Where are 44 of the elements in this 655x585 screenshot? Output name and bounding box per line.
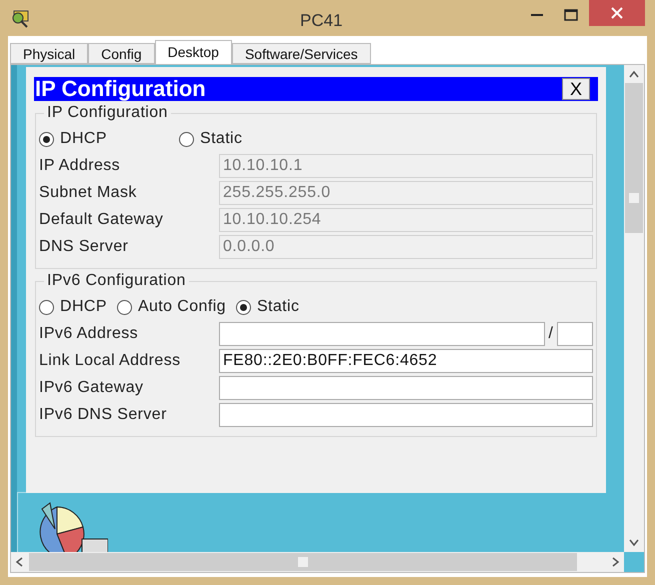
radio-option[interactable]: Static <box>236 295 300 319</box>
grip-icon <box>629 193 639 203</box>
radio-button[interactable] <box>39 132 54 146</box>
scroll-thumb[interactable] <box>625 83 643 233</box>
input-field[interactable]: FE80::2E0:B0FF:FEC6:4652 <box>219 348 593 372</box>
maximize-icon <box>564 9 578 21</box>
input-field[interactable] <box>219 402 593 426</box>
tab[interactable]: Physical <box>10 43 88 64</box>
radio-option[interactable]: DHCP <box>39 295 107 319</box>
tab[interactable]: Desktop <box>154 40 232 64</box>
radio-button[interactable] <box>179 132 194 146</box>
field-label: Link Local Address <box>39 350 182 370</box>
radio-option[interactable]: Static <box>179 127 242 151</box>
vertical-scrollbar[interactable] <box>624 65 644 552</box>
radio-button[interactable] <box>236 300 251 314</box>
close-icon <box>611 7 623 19</box>
horizontal-scrollbar[interactable] <box>11 552 624 572</box>
field-label: DNS Server <box>39 236 130 256</box>
field-label: IPv6 DNS Server <box>39 404 168 424</box>
window-title: PC41 <box>300 10 343 32</box>
scrollbar-corner <box>624 552 644 572</box>
field-label: IPv6 Address <box>39 324 140 344</box>
field-label: Default Gateway <box>39 210 164 230</box>
field-label: IP Address <box>39 156 122 176</box>
field-label: IPv6 Gateway <box>39 378 144 398</box>
dialog-title: IP Configuration <box>34 78 206 100</box>
radio-option[interactable]: Auto Config <box>116 295 226 319</box>
tab[interactable]: Software/Services <box>232 43 371 64</box>
prefix-length-field[interactable] <box>557 322 593 346</box>
field-label: Subnet Mask <box>39 182 138 202</box>
minimize-icon <box>531 14 543 16</box>
prefix-separator: / <box>548 324 554 344</box>
scroll-thumb[interactable] <box>29 553 577 571</box>
close-button[interactable] <box>589 0 645 26</box>
radio-button[interactable] <box>39 300 54 314</box>
grip-icon <box>298 557 308 567</box>
input-field[interactable] <box>219 376 593 400</box>
tab[interactable]: Config <box>88 43 155 64</box>
group-legend: IPv6 Configuration <box>44 271 189 291</box>
radio-option[interactable]: DHCP <box>39 127 169 151</box>
close-button[interactable]: X <box>562 78 590 100</box>
group-legend: IP Configuration <box>44 103 171 123</box>
radio-button[interactable] <box>116 300 132 314</box>
input-field[interactable] <box>219 322 545 346</box>
